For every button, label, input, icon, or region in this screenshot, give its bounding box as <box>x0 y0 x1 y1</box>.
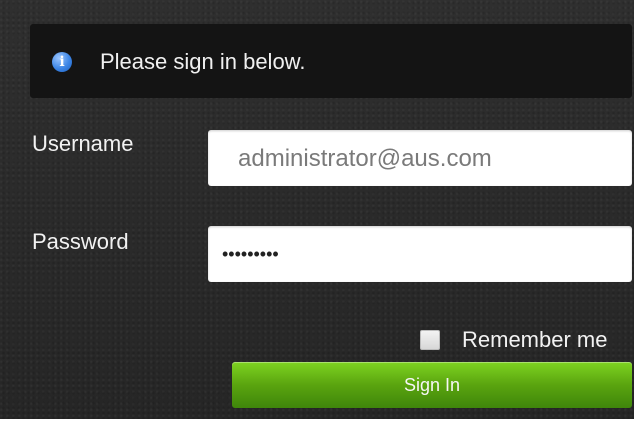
login-screen: i Please sign in below. Username adminis… <box>0 0 643 425</box>
username-value: administrator@aus.com <box>238 145 492 172</box>
right-page-edge <box>634 0 643 425</box>
remember-me-label: Remember me <box>462 327 608 352</box>
password-label: Password <box>32 229 129 254</box>
password-field[interactable]: ••••••••• <box>208 226 632 282</box>
password-masked-value: ••••••••• <box>222 244 279 264</box>
bottom-page-edge <box>0 419 643 425</box>
notice-text: Please sign in below. <box>100 49 306 74</box>
remember-me-checkbox[interactable] <box>420 330 440 350</box>
username-field[interactable]: administrator@aus.com <box>208 130 632 186</box>
sign-in-label: Sign In <box>403 375 461 395</box>
info-icon: i <box>52 52 72 72</box>
sign-in-button[interactable]: Sign In <box>232 362 632 408</box>
username-label: Username <box>32 131 134 156</box>
info-notice: i Please sign in below. <box>30 24 632 98</box>
